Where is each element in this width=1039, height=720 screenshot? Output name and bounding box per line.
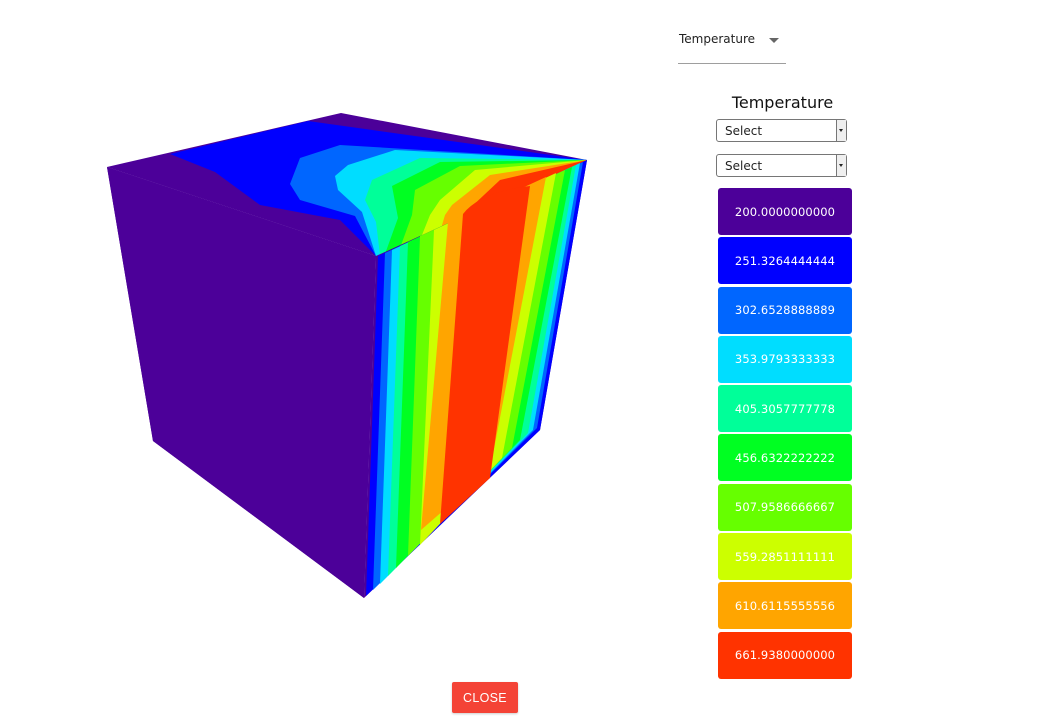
property-dropdown-value: Temperature xyxy=(679,32,756,46)
legend-swatch[interactable]: 200.0000000000 xyxy=(718,188,852,235)
close-button[interactable]: CLOSE xyxy=(452,682,518,713)
legend-select-2[interactable]: Select xyxy=(716,154,847,177)
legend-swatch[interactable]: 353.9793333333 xyxy=(718,335,852,383)
legend-swatch-label: 302.6528888889 xyxy=(734,303,836,318)
legend-swatch[interactable]: 661.9380000000 xyxy=(718,631,852,679)
legend-title: Temperature xyxy=(731,93,834,112)
legend-swatch[interactable]: 559.2851111111 xyxy=(718,533,852,581)
3d-viewport[interactable] xyxy=(0,0,660,670)
legend-swatch[interactable]: 405.3057777778 xyxy=(718,385,852,433)
legend-swatch[interactable]: 302.6528888889 xyxy=(718,286,852,334)
legend-swatch-label: 456.6322222222 xyxy=(734,450,836,465)
legend-swatches: 200.0000000000 251.3264444444 302.652888… xyxy=(718,188,852,681)
legend-swatch[interactable]: 610.6115555556 xyxy=(718,582,852,630)
legend-swatch-label: 251.3264444444 xyxy=(734,253,836,268)
legend-swatch[interactable]: 507.9586666667 xyxy=(718,483,852,531)
property-dropdown[interactable]: Temperature xyxy=(678,26,786,64)
legend-swatch-label: 200.0000000000 xyxy=(734,204,836,219)
legend-swatch-label: 559.2851111111 xyxy=(734,549,836,564)
select-arrow-icon xyxy=(836,155,846,176)
legend-swatch[interactable]: 251.3264444444 xyxy=(718,237,852,285)
caret-down-icon xyxy=(769,38,779,43)
legend-swatch-label: 610.6115555556 xyxy=(734,598,836,613)
legend-select-2-value: Select xyxy=(725,159,763,173)
legend-select-1-value: Select xyxy=(725,124,763,138)
legend-swatch-label: 507.9586666667 xyxy=(734,500,836,515)
legend-swatch[interactable]: 456.6322222222 xyxy=(718,434,852,482)
legend-swatch-label: 661.9380000000 xyxy=(734,648,836,663)
legend-select-1[interactable]: Select xyxy=(716,119,847,142)
app-root: Temperature Temperature Select Select 20… xyxy=(0,0,1039,720)
legend-swatch-label: 405.3057777778 xyxy=(734,401,836,416)
select-arrow-icon xyxy=(836,120,846,141)
legend-swatch-label: 353.9793333333 xyxy=(734,352,836,367)
temperature-cube[interactable] xyxy=(0,0,660,670)
